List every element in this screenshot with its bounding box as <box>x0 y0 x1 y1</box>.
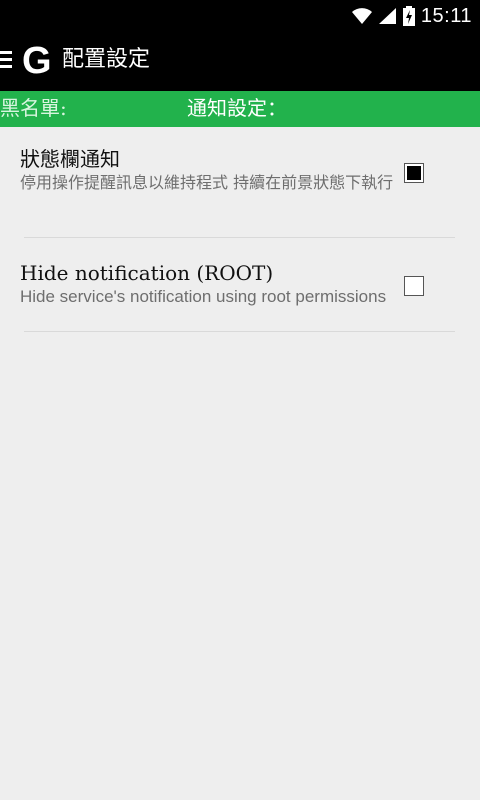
clock: 15:11 <box>420 4 472 27</box>
app-bar: G 配置設定 <box>0 32 480 91</box>
pref-hide-notification-root[interactable]: Hide notification (ROOT) Hide service's … <box>20 260 460 307</box>
status-icons: 15:11 <box>351 0 472 32</box>
menu-icon[interactable] <box>0 51 12 69</box>
tab-blacklist[interactable]: 黑名單: <box>0 91 67 127</box>
status-bar: 15:11 <box>0 0 480 32</box>
status-bar-notification-checkbox[interactable] <box>404 163 424 183</box>
tab-strip: 黑名單: 通知設定： <box>0 91 480 127</box>
pref-title: Hide notification (ROOT) <box>20 261 274 285</box>
wifi-icon <box>351 8 372 24</box>
pref-status-bar-notification[interactable]: 狀態欄通知 停用操作提醒訊息以維持程式 持續在前景狀態下執行 <box>20 146 460 193</box>
app-logo: G <box>22 40 52 82</box>
pref-title: 狀態欄通知 <box>20 147 120 171</box>
pref-summary: Hide service's notification using root p… <box>20 287 387 306</box>
battery-charging-icon <box>402 6 415 26</box>
page-title: 配置設定 <box>62 47 151 72</box>
hide-notification-root-checkbox[interactable] <box>404 276 424 296</box>
pref-summary: 停用操作提醒訊息以維持程式 持續在前景狀態下執行 <box>20 173 394 192</box>
divider <box>24 331 455 332</box>
tab-notification-settings[interactable]: 通知設定： <box>187 91 287 127</box>
divider <box>24 237 455 238</box>
cell-signal-icon <box>378 8 396 24</box>
